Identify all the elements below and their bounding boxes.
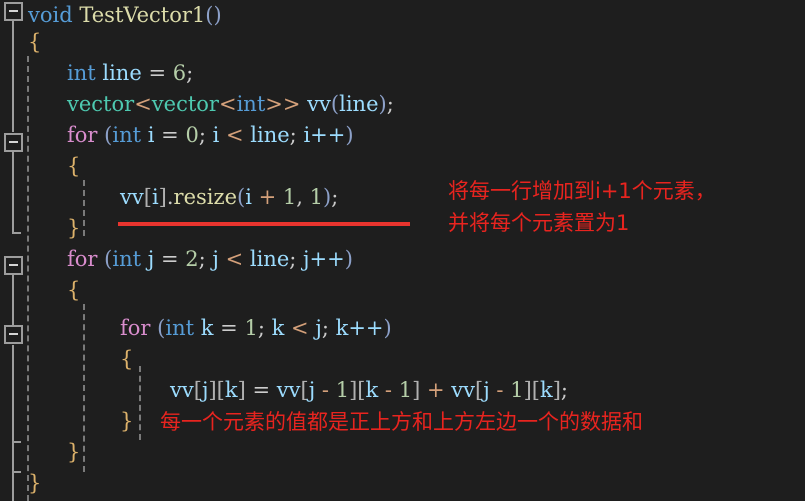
code-line[interactable]: }: [67, 213, 80, 244]
code-line[interactable]: vv[j][k] = vv[j - 1][k - 1] + vv[j - 1][…: [170, 375, 568, 406]
resize-underline-highlight: [118, 222, 410, 226]
fold-marker-for-k[interactable]: [4, 325, 23, 344]
code-line[interactable]: int line = 6;: [67, 58, 193, 89]
annotation-resize-line-1: 将每一行增加到i+1个元素，: [448, 179, 716, 203]
code-line[interactable]: vector<vector<int>> vv(line);: [67, 89, 394, 120]
code-line[interactable]: {: [28, 27, 41, 58]
annotation-resize-line-2: 并将每个元素置为1: [448, 211, 630, 235]
indent-guide-level-3: [139, 366, 141, 440]
fold-marker-for-j[interactable]: [4, 256, 23, 275]
code-line[interactable]: void TestVector1(): [28, 0, 222, 31]
token-function-name: TestVector1: [79, 3, 206, 27]
fold-spine-for-i: [12, 152, 14, 234]
fold-spine-for-k: [12, 345, 14, 443]
fold-spine-function: [12, 20, 14, 132]
token-keyword: void: [28, 3, 73, 27]
indent-guide-level-2b: [83, 304, 85, 472]
code-line[interactable]: for (int k = 1; k < j; k++): [120, 313, 392, 344]
fold-marker-for-i[interactable]: [4, 133, 23, 152]
fold-spine-for-j: [12, 275, 14, 327]
code-line[interactable]: vv[i].resize(i + 1, 1);: [120, 182, 338, 213]
indent-guide-level-2a: [83, 180, 85, 236]
indent-guide-level-1: [27, 56, 29, 501]
code-line[interactable]: }: [120, 406, 133, 437]
code-line[interactable]: }: [67, 437, 80, 468]
folding-margin: [0, 0, 26, 501]
code-line[interactable]: for (int i = 0; i < line; i++): [67, 120, 354, 151]
token-method-resize: resize: [173, 185, 237, 209]
fold-spine-bottom: [12, 471, 14, 501]
code-line[interactable]: {: [120, 344, 133, 375]
annotation-sum-rule: 每一个元素的值都是正上方和上方左边一个的数据和: [160, 410, 643, 434]
code-line[interactable]: {: [67, 151, 80, 182]
code-line[interactable]: }: [28, 468, 41, 499]
code-editor: void TestVector1() { int line = 6; vecto…: [0, 0, 805, 501]
code-line[interactable]: for (int j = 2; j < line; j++): [67, 244, 353, 275]
fold-tick-for-i-end: [12, 232, 21, 234]
code-line[interactable]: {: [67, 275, 80, 306]
fold-marker-function[interactable]: [4, 2, 23, 21]
fold-spine-tail: [12, 441, 14, 473]
